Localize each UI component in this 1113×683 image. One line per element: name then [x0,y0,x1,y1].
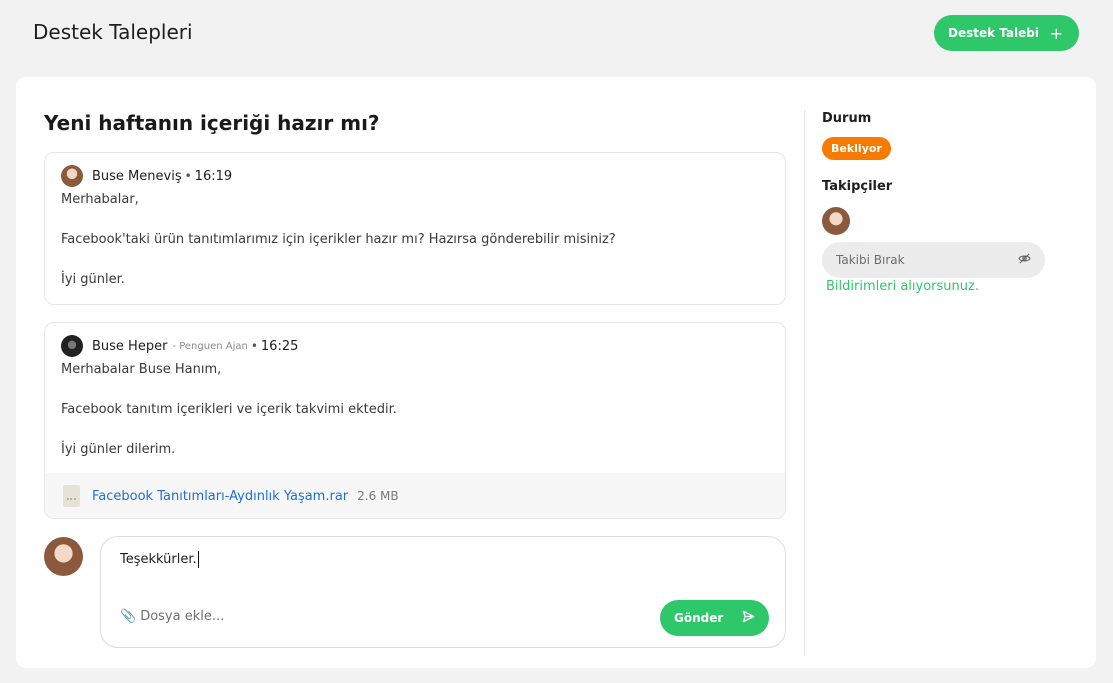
reply-input[interactable]: Teşekkürler. [120,551,760,568]
message-header: Buse Heper - Penguen Ajan • 16:25 [61,335,298,357]
message-author: Buse Heper [92,338,168,354]
current-user-avatar [44,537,83,576]
notification-status-text: Bildirimleri alıyorsunuz. [826,279,979,294]
message-item: Buse Meneviş • 16:19 Merhabalar, Faceboo… [44,152,786,305]
archive-file-icon [63,485,80,507]
status-badge: Bekliyor [822,137,891,160]
ticket-title: Yeni haftanın içeriği hazır mı? [44,111,380,135]
message-time: 16:19 [194,168,233,184]
separator-dot: • [250,339,258,353]
attachment-link[interactable]: Facebook Tanıtımları-Aydınlık Yaşam.rar [92,489,348,504]
message-header: Buse Meneviş • 16:19 [61,165,232,187]
status-label: Durum [822,111,872,126]
reply-composer: Teşekkürler. 📎 Dosya ekle... Gönder [100,536,786,648]
eye-off-icon [1018,252,1031,268]
ticket-card: Yeni haftanın içeriği hazır mı? Buse Men… [16,77,1096,668]
paperclip-icon: 📎 [120,609,137,624]
plus-icon: + [1049,23,1063,43]
message-role: - Penguen Ajan [172,340,248,352]
unfollow-label: Takibi Bırak [836,253,905,267]
vertical-divider [804,110,805,656]
message-time: 16:25 [260,338,299,354]
send-icon [742,610,755,626]
unfollow-button[interactable]: Takibi Bırak [822,242,1045,278]
text-caret [197,551,199,568]
reply-input-value: Teşekkürler. [120,552,197,567]
attachment-size: 2.6 MB [357,489,399,503]
avatar [61,165,83,187]
avatar [61,335,83,357]
message-line: İyi günler. [61,272,125,287]
attach-file-button[interactable]: 📎 Dosya ekle... [120,609,224,624]
message-item: Buse Heper - Penguen Ajan • 16:25 Merhab… [44,322,786,519]
attach-file-label: Dosya ekle... [140,609,225,624]
send-button[interactable]: Gönder [660,600,769,636]
message-body: Merhabalar Buse Hanım, Facebook tanıtım … [61,361,397,481]
message-author: Buse Meneviş [92,168,182,184]
message-line: Facebook'taki ürün tanıtımlarımız için i… [61,232,616,247]
new-ticket-button[interactable]: Destek Talebi + [934,15,1079,51]
attachment-row: Facebook Tanıtımları-Aydınlık Yaşam.rar … [45,473,785,518]
page-title: Destek Talepleri [33,20,193,44]
follower-avatar [822,207,850,235]
message-line: Merhabalar Buse Hanım, [61,362,222,377]
send-label: Gönder [674,611,724,625]
message-line: Merhabalar, [61,192,139,207]
separator-dot: • [184,169,192,183]
message-body: Merhabalar, Facebook'taki ürün tanıtımla… [61,191,616,304]
new-ticket-label: Destek Talebi [948,26,1039,40]
followers-label: Takipçiler [822,179,893,194]
message-line: Facebook tanıtım içerikleri ve içerik ta… [61,402,397,417]
